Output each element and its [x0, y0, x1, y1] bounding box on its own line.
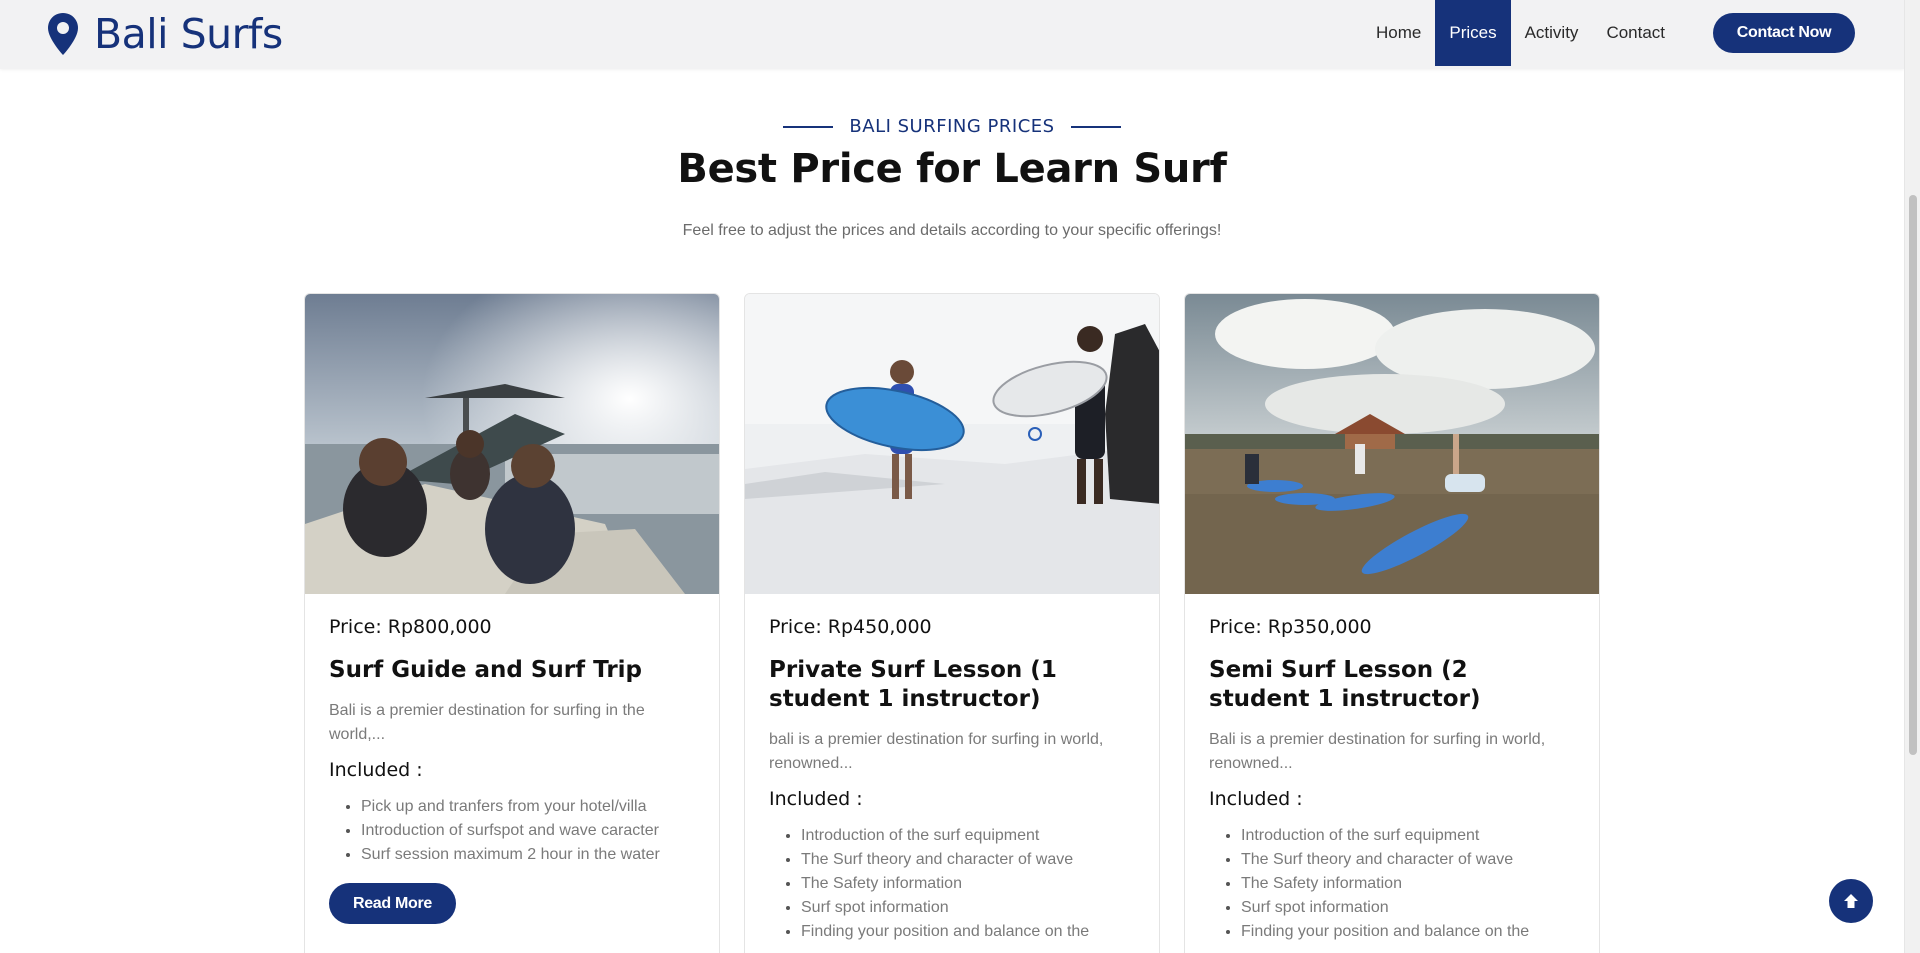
scrollbar-thumb[interactable] [1909, 195, 1917, 755]
included-heading: Included : [1209, 788, 1303, 810]
included-list: Introduction of the surf equipment The S… [769, 824, 1135, 944]
list-item: Introduction of surfspot and wave caract… [361, 819, 695, 843]
list-item: The Safety information [1241, 872, 1575, 896]
list-item: Introduction of the surf equipment [801, 824, 1135, 848]
card-title: Private Surf Lesson (1 student 1 instruc… [769, 657, 1057, 712]
nav-contact[interactable]: Contact [1592, 0, 1679, 66]
contact-now-button[interactable]: Contact Now [1713, 13, 1855, 53]
card-title: Surf Guide and Surf Trip [329, 657, 643, 683]
brand-logo-link[interactable]: Bali Surfs [46, 10, 283, 58]
card-title: Semi Surf Lesson (2 student 1 instructor… [1209, 657, 1481, 712]
card-price: Price: Rp800,000 [329, 616, 492, 638]
card-description: bali is a premier destination for surfin… [769, 731, 1104, 772]
card-photo-beach-surfboards [745, 294, 1159, 594]
kicker-line-left [783, 125, 834, 128]
price-card-semi-lesson: Price: Rp350,000 Semi Surf Lesson (2 stu… [1184, 293, 1600, 953]
included-heading: Included : [329, 759, 423, 781]
list-item: Introduction of the surf equipment [1241, 824, 1575, 848]
scroll-to-top-button[interactable] [1829, 879, 1873, 923]
read-more-button[interactable]: Read More [329, 883, 456, 924]
list-item: The Safety information [801, 872, 1135, 896]
list-item: Surf session maximum 2 hour in the water [361, 843, 695, 867]
main-nav: Home Prices Activity Contact [1362, 0, 1679, 66]
section-title: Best Price for Learn Surf [677, 146, 1227, 192]
included-list: Introduction of the surf equipment The S… [1209, 824, 1575, 944]
card-description: Bali is a premier destination for surfin… [1209, 731, 1546, 772]
kicker-line-right [1070, 125, 1121, 128]
kicker-text: BALI SURFING PRICES [849, 116, 1055, 137]
site-header: Bali Surfs Home Prices Activity Contact … [0, 0, 1904, 69]
list-item: Surf spot information [801, 896, 1135, 920]
list-item: Pick up and tranfers from your hotel/vil… [361, 795, 695, 819]
page-scrollbar[interactable] [1904, 0, 1920, 953]
arrow-up-icon [1844, 894, 1858, 908]
section-subtitle: Feel free to adjust the prices and detai… [682, 222, 1222, 239]
nav-home[interactable]: Home [1362, 0, 1435, 66]
section-kicker: BALI SURFING PRICES [0, 116, 1904, 137]
card-price: Price: Rp450,000 [769, 616, 932, 638]
card-photo-boat [305, 294, 719, 594]
list-item: The Surf theory and character of wave [801, 848, 1135, 872]
nav-prices[interactable]: Prices [1435, 0, 1511, 66]
list-item: The Surf theory and character of wave [1241, 848, 1575, 872]
card-description: Bali is a premier destination for surfin… [329, 702, 645, 743]
nav-activity[interactable]: Activity [1511, 0, 1593, 66]
map-pin-icon [48, 13, 78, 55]
list-item: Finding your position and balance on the [1241, 920, 1575, 944]
list-item: Surf spot information [1241, 896, 1575, 920]
price-card-private-lesson: Price: Rp450,000 Private Surf Lesson (1 … [744, 293, 1160, 953]
included-list: Pick up and tranfers from your hotel/vil… [329, 795, 695, 867]
price-card-surf-guide: Price: Rp800,000 Surf Guide and Surf Tri… [304, 293, 720, 953]
card-photo-beach-class [1185, 294, 1599, 594]
included-heading: Included : [769, 788, 863, 810]
list-item: Finding your position and balance on the [801, 920, 1135, 944]
brand-name: Bali Surfs [94, 9, 283, 58]
card-price: Price: Rp350,000 [1209, 616, 1372, 638]
